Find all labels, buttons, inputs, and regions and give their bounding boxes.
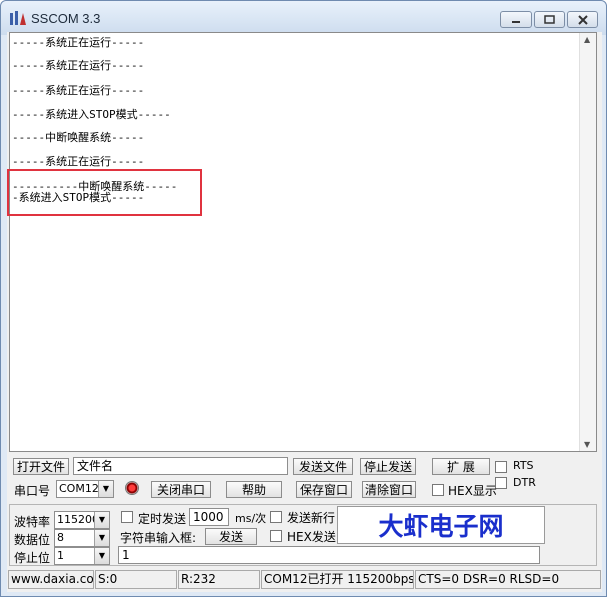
baud-select[interactable]: 115200 ▼ — [54, 511, 110, 529]
hex-send-label: HEX发送 — [287, 530, 336, 544]
highlight-box — [7, 169, 202, 216]
port-label: 串口号 — [14, 484, 51, 498]
open-file-button[interactable]: 打开文件 — [13, 458, 69, 475]
input-label: 字符串输入框: — [120, 531, 197, 545]
window-title: SSCOM 3.3 — [31, 11, 101, 26]
brand-logo: 大虾电子网 — [337, 506, 545, 544]
status-signals: CTS=0 DSR=0 RLSD=0 — [415, 570, 601, 589]
databits-select[interactable]: 8 ▼ — [54, 529, 110, 547]
receive-line: -----系统正在运行----- — [12, 84, 145, 97]
receive-line: -----系统正在运行----- — [12, 155, 145, 168]
hex-display-checkbox[interactable] — [432, 484, 444, 496]
databits-select-value: 8 — [57, 531, 64, 544]
baud-select-value: 115200 — [57, 513, 99, 526]
receive-line: -----中断唤醒系统----- — [12, 131, 145, 144]
title-bar[interactable]: SSCOM 3.3 — [1, 1, 606, 35]
chevron-down-icon[interactable]: ▼ — [98, 481, 113, 497]
close-button[interactable] — [567, 11, 598, 28]
baud-label: 波特率 — [14, 515, 51, 529]
stopbits-select-value: 1 — [57, 549, 64, 562]
maximize-icon — [544, 15, 555, 24]
hex-display-label: HEX显示 — [448, 484, 497, 498]
rts-checkbox[interactable] — [495, 461, 507, 473]
port-status-led-icon — [125, 481, 139, 495]
send-string-input[interactable]: 1 — [118, 546, 540, 564]
status-received: R:232 — [178, 570, 260, 589]
databits-label: 数据位 — [14, 533, 51, 547]
timed-send-checkbox[interactable] — [121, 511, 133, 523]
chevron-down-icon[interactable]: ▼ — [94, 548, 109, 564]
status-sent: S:0 — [95, 570, 177, 589]
chevron-down-icon[interactable]: ▼ — [94, 530, 109, 546]
stop-send-button[interactable]: 停止发送 — [360, 458, 416, 475]
maximize-button[interactable] — [534, 11, 565, 28]
close-icon — [577, 14, 588, 25]
status-website: www.daxia.com — [8, 570, 94, 589]
receive-line: -----系统正在运行----- — [12, 36, 145, 49]
interval-unit: ms/次 — [235, 512, 267, 525]
chevron-down-icon[interactable]: ▼ — [94, 512, 109, 528]
port-select[interactable]: COM12 ▼ — [56, 480, 114, 498]
dtr-label: DTR — [513, 476, 536, 489]
stopbits-select[interactable]: 1 ▼ — [54, 547, 110, 565]
send-button[interactable]: 发送 — [205, 528, 257, 545]
interval-input[interactable]: 1000 — [189, 508, 229, 526]
vertical-scrollbar[interactable]: ▲ ▼ — [579, 33, 596, 451]
port-select-value: COM12 — [59, 482, 99, 495]
clear-window-button[interactable]: 清除窗口 — [362, 481, 416, 498]
send-file-button[interactable]: 发送文件 — [293, 458, 353, 475]
expand-button[interactable]: 扩 展 — [432, 458, 490, 475]
send-newline-label: 发送新行 — [287, 511, 336, 525]
app-icon — [10, 11, 26, 25]
minimize-button[interactable] — [500, 11, 532, 28]
receive-line: -----系统正在运行----- — [12, 59, 145, 72]
close-port-button[interactable]: 关闭串口 — [151, 481, 211, 498]
scroll-down-icon[interactable]: ▼ — [584, 440, 590, 449]
status-port: COM12已打开 115200bps — [261, 570, 414, 589]
minimize-icon — [512, 20, 520, 23]
stopbits-label: 停止位 — [14, 551, 51, 565]
rts-label: RTS — [513, 459, 534, 472]
save-window-button[interactable]: 保存窗口 — [296, 481, 352, 498]
receive-line: -----系统进入STOP模式----- — [12, 108, 171, 121]
send-newline-checkbox[interactable] — [270, 511, 282, 523]
hex-send-checkbox[interactable] — [270, 530, 282, 542]
timed-send-label: 定时发送 — [138, 512, 187, 526]
receive-textarea[interactable]: -----系统正在运行----- -----系统正在运行----- -----系… — [9, 32, 597, 452]
file-name-input[interactable]: 文件名 — [73, 457, 288, 475]
main-window: SSCOM 3.3 -----系统正在运行----- -----系统正在运行--… — [0, 0, 607, 597]
scroll-up-icon[interactable]: ▲ — [584, 35, 590, 44]
help-button[interactable]: 帮助 — [226, 481, 282, 498]
